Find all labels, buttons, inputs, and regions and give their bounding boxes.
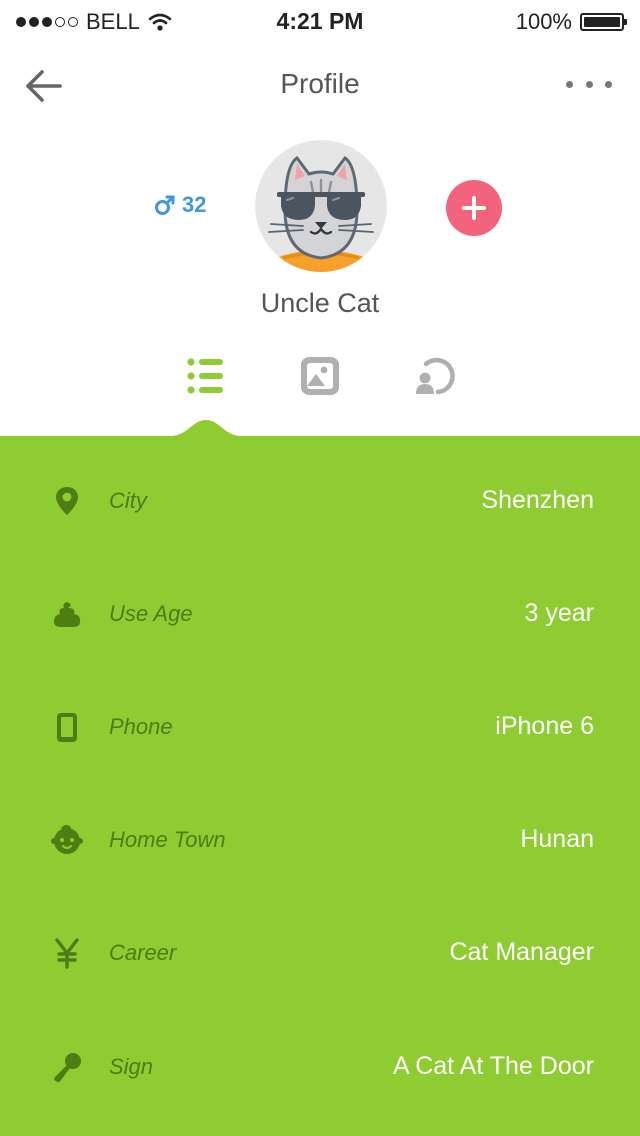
info-label: City [109, 488, 147, 513]
active-tab-indicator [0, 420, 640, 440]
info-label: Phone [109, 714, 173, 739]
phone-icon [57, 713, 77, 742]
info-value: 3 year [524, 599, 594, 627]
baby-face-icon [51, 825, 83, 854]
more-options-icon[interactable] [566, 76, 612, 92]
info-label: Home Town [109, 827, 226, 852]
age-value: 32 [182, 192, 207, 217]
tab-list-icon[interactable] [184, 354, 228, 398]
microphone-icon [54, 1053, 81, 1083]
male-icon [155, 195, 175, 215]
info-row-sign: Sign A Cat At The Door [0, 1024, 640, 1104]
add-friend-button[interactable] [446, 180, 502, 236]
info-row-use-age: Use Age 3 year [0, 571, 640, 651]
info-label: Sign [109, 1054, 154, 1079]
info-row-home-town: Home Town Hunan [0, 797, 640, 877]
info-value: iPhone 6 [495, 712, 594, 740]
status-bar: BELL 4:21 PM 100% [0, 0, 640, 42]
info-row-city: City Shenzhen [0, 458, 640, 538]
info-value: Hunan [520, 825, 594, 853]
info-label: Use Age [109, 601, 193, 626]
avatar[interactable] [255, 140, 387, 272]
gender-age-badge: 32 [154, 192, 206, 218]
page-title: Profile [280, 68, 360, 99]
poop-icon [54, 602, 81, 627]
yen-icon [55, 938, 79, 969]
info-label: Career [109, 940, 177, 965]
battery-percentage: 100% [515, 9, 572, 34]
info-value: Shenzhen [481, 486, 594, 514]
tab-refresh-person-icon[interactable] [414, 354, 458, 398]
info-value: A Cat At The Door [392, 1052, 594, 1080]
tab-image-icon[interactable] [298, 354, 342, 398]
profile-name: Uncle Cat [260, 288, 380, 318]
info-row-phone: Phone iPhone 6 [0, 684, 640, 764]
battery-icon [580, 13, 627, 31]
battery-group: 100% [515, 9, 627, 35]
profile-info-panel: City Shenzhen Use Age 3 year Phone iPhon… [0, 436, 640, 1136]
info-value: Cat Manager [449, 938, 594, 966]
info-row-career: Career Cat Manager [0, 910, 640, 990]
cat-avatar-image [255, 140, 387, 272]
location-pin-icon [56, 487, 78, 515]
navigation-bar: Profile [0, 42, 640, 130]
